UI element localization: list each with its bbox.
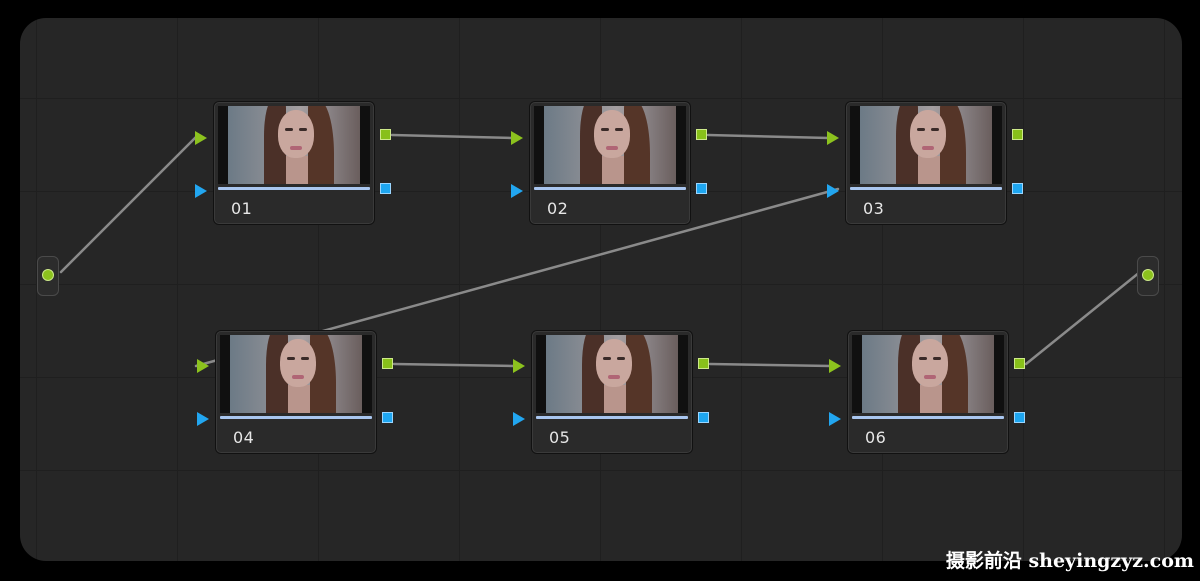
node-01-key-output-icon[interactable]	[380, 183, 391, 194]
node-04-rgb-output-icon[interactable]	[382, 358, 393, 369]
source-output-dot-icon[interactable]	[42, 269, 54, 281]
node-graph-canvas[interactable]	[20, 18, 1182, 561]
node-progress-bar	[852, 416, 1004, 419]
node-02-key-output-icon[interactable]	[696, 183, 707, 194]
node-06-rgb-input-icon[interactable]	[829, 359, 841, 373]
node-05[interactable]: 05	[532, 331, 692, 453]
node-thumbnail	[218, 106, 370, 184]
node-label: 04	[233, 428, 255, 447]
node-04[interactable]: 04	[216, 331, 376, 453]
node-thumbnail	[220, 335, 372, 413]
node-03-key-output-icon[interactable]	[1012, 183, 1023, 194]
node-03-rgb-input-icon[interactable]	[827, 131, 839, 145]
node-01[interactable]: 01	[214, 102, 374, 224]
node-02[interactable]: 02	[530, 102, 690, 224]
watermark-text: 摄影前沿 sheyingzyz.com	[945, 550, 1194, 572]
node-02-rgb-output-icon[interactable]	[696, 129, 707, 140]
node-02-key-input-icon[interactable]	[511, 184, 523, 198]
node-label: 01	[231, 199, 253, 218]
output-input-dot-icon[interactable]	[1142, 269, 1154, 281]
node-06-key-output-icon[interactable]	[1014, 412, 1025, 423]
node-04-rgb-input-icon[interactable]	[197, 359, 209, 373]
node-02-rgb-input-icon[interactable]	[511, 131, 523, 145]
node-progress-bar	[536, 416, 688, 419]
node-progress-bar	[850, 187, 1002, 190]
node-05-key-input-icon[interactable]	[513, 412, 525, 426]
node-label: 05	[549, 428, 571, 447]
node-04-key-output-icon[interactable]	[382, 412, 393, 423]
node-progress-bar	[220, 416, 372, 419]
node-thumbnail	[534, 106, 686, 184]
source-node[interactable]	[37, 256, 59, 296]
node-03-key-input-icon[interactable]	[827, 184, 839, 198]
node-06-rgb-output-icon[interactable]	[1014, 358, 1025, 369]
node-label: 03	[863, 199, 885, 218]
node-progress-bar	[534, 187, 686, 190]
node-thumbnail	[852, 335, 1004, 413]
output-node[interactable]	[1137, 256, 1159, 296]
node-01-rgb-output-icon[interactable]	[380, 129, 391, 140]
node-06[interactable]: 06	[848, 331, 1008, 453]
node-03-rgb-output-icon[interactable]	[1012, 129, 1023, 140]
node-label: 02	[547, 199, 569, 218]
node-06-key-input-icon[interactable]	[829, 412, 841, 426]
node-05-rgb-input-icon[interactable]	[513, 359, 525, 373]
node-03[interactable]: 03	[846, 102, 1006, 224]
node-label: 06	[865, 428, 887, 447]
node-01-rgb-input-icon[interactable]	[195, 131, 207, 145]
node-05-rgb-output-icon[interactable]	[698, 358, 709, 369]
node-04-key-input-icon[interactable]	[197, 412, 209, 426]
node-01-key-input-icon[interactable]	[195, 184, 207, 198]
node-thumbnail	[850, 106, 1002, 184]
node-thumbnail	[536, 335, 688, 413]
node-05-key-output-icon[interactable]	[698, 412, 709, 423]
node-progress-bar	[218, 187, 370, 190]
